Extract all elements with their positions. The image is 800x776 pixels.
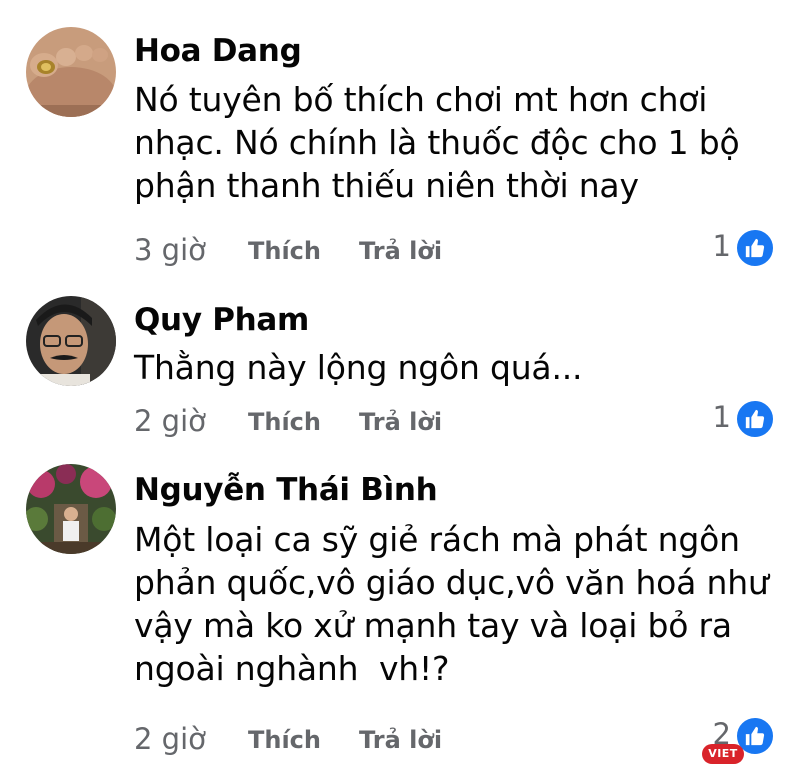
reaction-summary[interactable]: 1 [695, 226, 775, 268]
comment-meta: 2 giờ Thích Trả lời [134, 721, 774, 757]
comment-time[interactable]: 2 giờ [134, 721, 206, 757]
comment-text-line: ngoài nghành vh!? [134, 649, 450, 688]
comment-meta: 2 giờ Thích Trả lời [134, 403, 774, 439]
like-button[interactable]: Thích [248, 234, 321, 268]
comment-text-line: Thằng này lộng ngôn quá... [134, 348, 583, 387]
comment-text: Một loại ca sỹ giẻ rách mà phát ngôn phả… [134, 518, 774, 690]
comment-author[interactable]: Nguyễn Thái Bình [134, 472, 438, 508]
reaction-count: 1 [712, 400, 731, 434]
comment-text: Thằng này lộng ngôn quá... [134, 346, 774, 389]
comment-text-line: vậy mà ko xử mạnh tay và loại bỏ ra [134, 606, 732, 645]
like-button[interactable]: Thích [248, 723, 321, 757]
like-icon [735, 399, 775, 439]
reply-button[interactable]: Trả lời [359, 723, 442, 757]
comment-text-line: phản quốc,vô giáo dục,vô văn hoá như [134, 563, 769, 602]
avatar-photo-man [26, 296, 116, 386]
comment-author[interactable]: Quy Pham [134, 302, 309, 338]
avatar-photo-foot [26, 27, 116, 117]
reaction-count: 1 [712, 229, 731, 263]
avatar-photo-garden [26, 464, 116, 554]
comment-author[interactable]: Hoa Dang [134, 33, 302, 69]
avatar[interactable] [26, 27, 116, 117]
comment-text-line: Nó tuyên bố thích chơi mt hơn chơi [134, 80, 708, 119]
like-icon [735, 228, 775, 268]
comment-text-line: phận thanh thiếu niên thời nay [134, 166, 639, 205]
avatar[interactable] [26, 296, 116, 386]
reply-button[interactable]: Trả lời [359, 234, 442, 268]
comment-time[interactable]: 2 giờ [134, 403, 206, 439]
reply-button[interactable]: Trả lời [359, 405, 442, 439]
reaction-summary[interactable]: 1 [695, 397, 775, 439]
avatar[interactable] [26, 464, 116, 554]
comment-time[interactable]: 3 giờ [134, 232, 206, 268]
like-button[interactable]: Thích [248, 405, 321, 439]
watermark-logo: VIET [702, 744, 744, 764]
comment-meta: 3 giờ Thích Trả lời [134, 232, 774, 268]
comment-text-line: Một loại ca sỹ giẻ rách mà phát ngôn [134, 520, 740, 559]
comment-text-line: nhạc. Nó chính là thuốc độc cho 1 bộ [134, 123, 740, 162]
comment-text: Nó tuyên bố thích chơi mt hơn chơi nhạc.… [134, 78, 774, 207]
